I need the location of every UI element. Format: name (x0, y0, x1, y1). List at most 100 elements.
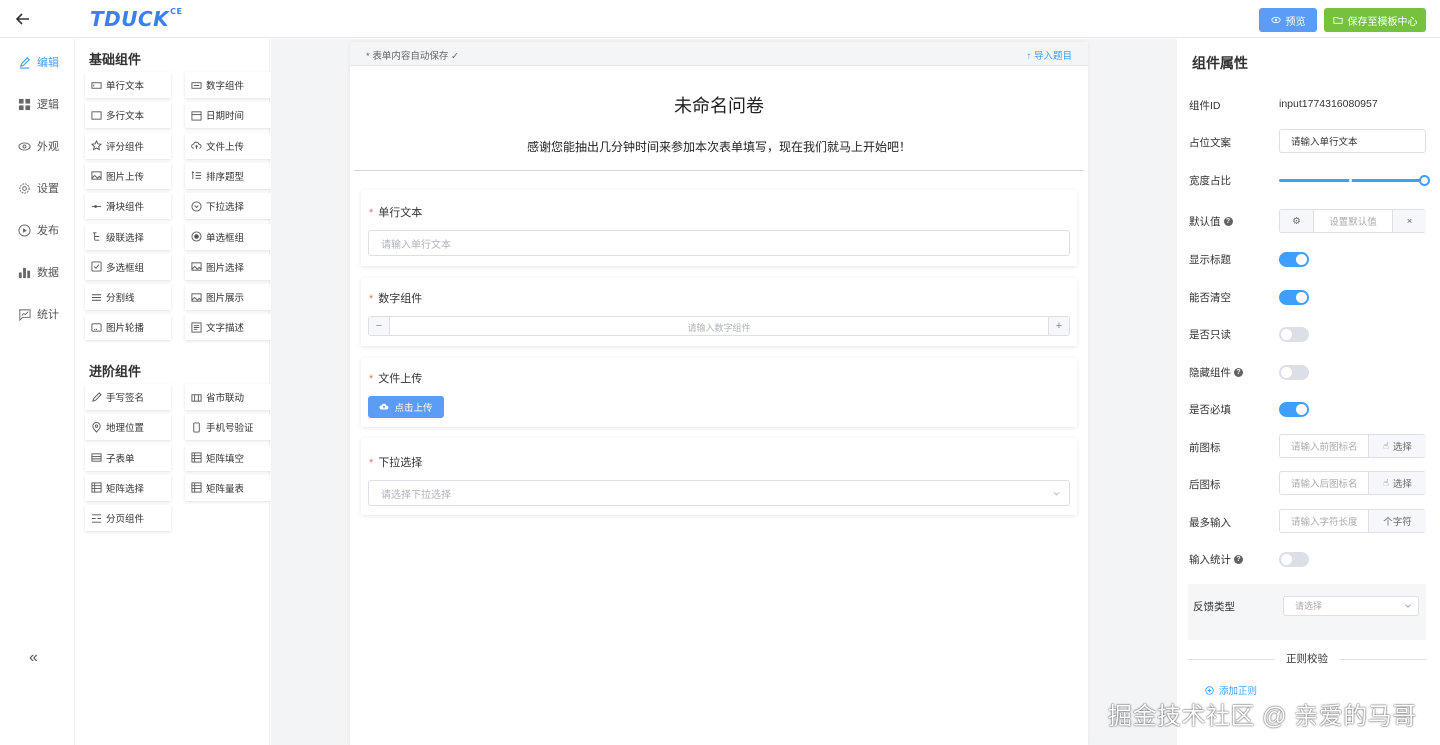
grid-icon (18, 98, 31, 110)
component-item[interactable]: 矩阵量表 (185, 474, 271, 501)
component-item[interactable]: 图片上传 (85, 162, 171, 189)
nav-logic[interactable]: 逻辑 (18, 96, 59, 112)
nav-appearance[interactable]: 外观 (18, 138, 59, 154)
slider-handle[interactable] (1419, 175, 1430, 186)
radio-icon (191, 231, 202, 242)
suffix-icon-input[interactable]: 请输入后图标名 ☝ 选择 (1279, 471, 1426, 495)
prefix-icon-input[interactable]: 请输入前图标名 ☝ 选择 (1279, 434, 1426, 458)
form-title[interactable]: 未命名问卷 (350, 92, 1088, 118)
component-item[interactable]: 矩阵填空 (185, 444, 271, 471)
feedback-type-select[interactable]: 请选择 (1283, 596, 1419, 616)
prefix-icon-placeholder[interactable]: 请输入前图标名 (1280, 435, 1368, 457)
add-regex-button[interactable]: 添加正则 (1205, 683, 1257, 697)
save-to-template-button[interactable]: 保存至模板中心 (1324, 8, 1426, 32)
advanced-components-title: 进阶组件 (89, 364, 142, 379)
back-arrow-icon[interactable] (12, 8, 34, 30)
logo: TDUCKCE (90, 7, 183, 31)
collapse-icon[interactable]: « (29, 649, 38, 667)
component-item[interactable]: 手机号验证 (185, 414, 271, 441)
nav-settings[interactable]: 设置 (18, 180, 59, 196)
field-card-number[interactable]: * 数字组件 − 请输入数字组件 + (361, 278, 1077, 346)
clear-icon[interactable]: × (1392, 210, 1426, 232)
field-card-text[interactable]: * 单行文本 请输入单行文本 (361, 190, 1077, 266)
increment-button[interactable]: + (1048, 317, 1069, 335)
component-library: 基础组件 单行文本 数字组件 多行文本 日期时间 评分组件 文件上传 图片上传 排序题型 滑块组… (75, 39, 271, 745)
component-item[interactable]: 图片选择 (185, 253, 271, 280)
component-item[interactable]: 地理位置 (85, 414, 171, 441)
component-item[interactable]: 多选框组 (85, 253, 171, 280)
nav-data[interactable]: 数据 (18, 264, 59, 280)
component-label: 文件上传 (206, 141, 245, 153)
max-length-placeholder[interactable]: 请输入字符长度 (1280, 510, 1368, 532)
suffix-select-button[interactable]: ☝ 选择 (1368, 472, 1426, 494)
component-item[interactable]: 滑块组件 (85, 193, 171, 220)
readonly-toggle[interactable] (1279, 327, 1309, 342)
field-label: * 单行文本 (369, 207, 423, 219)
required-toggle[interactable] (1279, 402, 1309, 417)
component-item[interactable]: 单选框组 (185, 223, 271, 250)
nav-stats[interactable]: 统计 (18, 306, 59, 322)
component-item[interactable]: 省市联动 (185, 384, 271, 410)
help-icon: ? (1234, 368, 1243, 377)
field-card-select[interactable]: * 下拉选择 请选择下拉选择 (361, 438, 1077, 515)
component-item[interactable]: 手写签名 (85, 384, 171, 410)
component-id-label: 组件ID (1189, 100, 1221, 112)
select-input[interactable]: 请选择下拉选择 (368, 480, 1070, 506)
checkbox-icon (91, 261, 102, 272)
default-value-placeholder[interactable]: 设置默认值 (1314, 210, 1392, 232)
preview-button[interactable]: 预览 (1259, 8, 1317, 32)
clearable-toggle[interactable] (1279, 290, 1309, 305)
show-title-toggle[interactable] (1279, 252, 1309, 267)
component-label: 分割线 (106, 293, 135, 305)
component-label: 数字组件 (206, 81, 245, 92)
readonly-label: 是否只读 (1189, 329, 1231, 341)
component-item[interactable]: 评分组件 (85, 132, 171, 159)
slider-stop (1349, 179, 1352, 182)
regex-title: 正则校验 (1274, 651, 1340, 666)
image-icon (91, 171, 102, 181)
field-card-upload[interactable]: * 文件上传 点击上传 (361, 358, 1077, 427)
default-value-input[interactable]: ⚙ 设置默认值 × (1279, 209, 1426, 233)
input-count-toggle[interactable] (1279, 552, 1309, 567)
component-item[interactable]: 分割线 (85, 284, 171, 311)
text-input[interactable]: 请输入单行文本 (368, 230, 1070, 256)
gear-icon[interactable]: ⚙ (1280, 210, 1314, 232)
component-item[interactable]: 图片轮播 (85, 314, 171, 341)
component-item[interactable]: 下拉选择 (185, 193, 271, 220)
pointer-icon: ☝ (1383, 440, 1389, 452)
import-questions-link[interactable]: ↑ 导入题目 (1027, 48, 1072, 62)
component-item[interactable]: 单行文本 (85, 72, 171, 98)
max-length-unit: 个字符 (1368, 510, 1426, 532)
nav-edit[interactable]: 编辑 (18, 54, 59, 70)
side-nav: 编辑 逻辑 外观 设置 发布 数据 统计 « (0, 39, 75, 745)
component-item[interactable]: 级联选择 (85, 223, 171, 250)
component-item[interactable]: 排序题型 (185, 162, 271, 189)
prefix-select-button[interactable]: ☝ 选择 (1368, 435, 1426, 457)
width-slider[interactable] (1279, 175, 1430, 186)
component-label: 矩阵填空 (206, 453, 245, 465)
gear-icon (19, 182, 30, 194)
cloud-upload-icon (191, 141, 202, 150)
carousel-icon (91, 323, 102, 332)
upload-button[interactable]: 点击上传 (368, 396, 444, 418)
component-item[interactable]: 子表单 (85, 444, 171, 471)
component-item[interactable]: 分页组件 (85, 505, 171, 532)
map-region-icon (191, 393, 202, 402)
component-item[interactable]: 矩阵选择 (85, 474, 171, 501)
placeholder-input[interactable]: 请输入单行文本 (1279, 129, 1426, 153)
form-description[interactable]: 感谢您能抽出几分钟时间来参加本次表单填写，现在我们就马上开始吧！ (350, 138, 1088, 155)
watermark: 掘金技术社区 @ 亲爱的马哥 (1108, 703, 1417, 730)
component-item[interactable]: 图片展示 (185, 284, 271, 311)
component-item[interactable]: 文件上传 (185, 132, 271, 159)
number-stepper[interactable]: − 请输入数字组件 + (368, 316, 1070, 336)
component-item[interactable]: 多行文本 (85, 102, 171, 129)
max-length-input[interactable]: 请输入字符长度 个字符 (1279, 509, 1426, 533)
component-label: 图片选择 (206, 262, 245, 274)
hidden-toggle[interactable] (1279, 365, 1309, 380)
component-item[interactable]: 日期时间 (185, 102, 271, 129)
component-item[interactable]: 文字描述 (185, 314, 271, 341)
nav-publish[interactable]: 发布 (18, 222, 59, 238)
suffix-icon-placeholder[interactable]: 请输入后图标名 (1280, 472, 1368, 494)
component-item[interactable]: 数字组件 (185, 72, 271, 98)
autosave-bar: * 表单内容自动保存 ✓ ↑ 导入题目 (350, 42, 1088, 66)
